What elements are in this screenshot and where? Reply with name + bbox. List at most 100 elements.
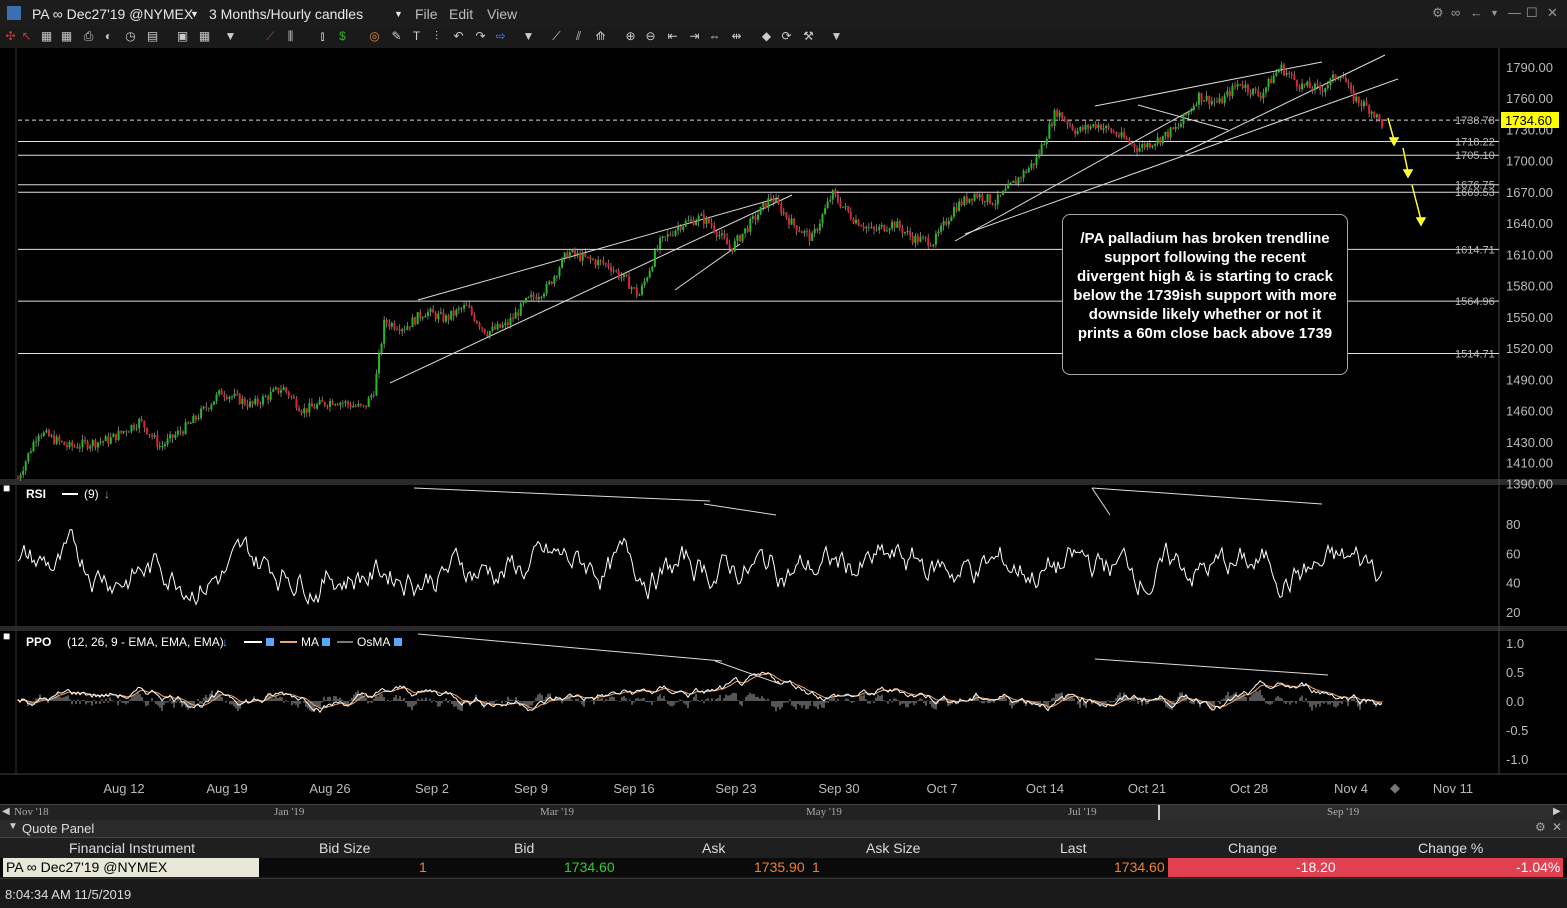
- rsi-settings-icon[interactable]: ↓: [104, 487, 110, 501]
- crosshair-icon[interactable]: ✣: [4, 30, 17, 43]
- back-icon[interactable]: ←: [1470, 5, 1483, 20]
- col-last[interactable]: Last: [1060, 840, 1086, 856]
- nav-right-icon[interactable]: ▶: [1553, 806, 1561, 817]
- pane-divider[interactable]: [0, 479, 1567, 485]
- nav-left-icon[interactable]: ◀: [2, 806, 10, 817]
- osma-bar: [899, 701, 901, 705]
- time-tick: Aug 19: [206, 781, 247, 796]
- osma-bar: [395, 695, 397, 701]
- ppo-ma-checkbox[interactable]: [322, 638, 330, 646]
- cursor-icon[interactable]: ↖: [20, 30, 33, 43]
- fit-icon[interactable]: ⇔: [708, 30, 721, 43]
- menu-file[interactable]: File: [415, 6, 438, 22]
- col-bid[interactable]: Bid: [514, 840, 534, 856]
- draw-line-icon[interactable]: ⟋: [264, 30, 277, 43]
- pencil-icon[interactable]: ✎: [390, 30, 403, 43]
- candle-body: [1347, 83, 1349, 85]
- ppo-settings-icon[interactable]: ↓: [222, 635, 228, 649]
- collapse-icon[interactable]: ▼: [8, 821, 18, 832]
- refresh-icon[interactable]: ◐: [102, 30, 115, 43]
- osma-bar: [347, 701, 349, 704]
- col-change-pct[interactable]: Change %: [1418, 840, 1483, 856]
- wrench-icon[interactable]: ⚒: [802, 30, 815, 43]
- osma-bar: [1329, 701, 1331, 705]
- candle-body: [497, 324, 499, 329]
- osma-bar: [175, 701, 177, 703]
- col-ask-size[interactable]: Ask Size: [866, 840, 920, 856]
- sync-icon[interactable]: ⟳: [780, 30, 793, 43]
- candle-body: [210, 405, 212, 409]
- pane-divider[interactable]: [0, 626, 1567, 631]
- osma-bar: [809, 701, 811, 706]
- link-icon[interactable]: ∞: [1451, 5, 1460, 20]
- chart-annotation[interactable]: /PA palladium has broken trendline suppo…: [1062, 214, 1348, 375]
- fork-icon[interactable]: ⫶: [430, 30, 443, 43]
- redo-icon[interactable]: ↷: [474, 30, 487, 43]
- windows-icon[interactable]: ▦: [198, 30, 211, 43]
- more-icon[interactable]: ▼: [830, 30, 843, 43]
- ppo-osma-checkbox[interactable]: [394, 638, 402, 646]
- date-navigator[interactable]: ◀ Nov '18 Jan '19 Mar '19 May '19 Jul '1…: [0, 804, 1567, 821]
- chevron-down-icon[interactable]: ▼: [1490, 8, 1499, 18]
- target-icon[interactable]: ◎: [368, 30, 381, 43]
- symbol-dropdown-icon[interactable]: ▼: [190, 9, 199, 19]
- col-ask[interactable]: Ask: [702, 840, 725, 856]
- timeframe-selector[interactable]: 3 Months/Hourly candles: [209, 6, 363, 22]
- dollar-icon[interactable]: $: [336, 30, 349, 43]
- fib-icon[interactable]: ⫼: [284, 30, 297, 43]
- undo-icon[interactable]: ↶: [452, 30, 465, 43]
- quote-row[interactable]: PA ∞ Dec27'19 @NYMEX 1 1734.60 1735.90 1…: [0, 858, 1567, 877]
- menu-edit[interactable]: Edit: [449, 6, 473, 22]
- menu-view[interactable]: View: [487, 6, 517, 22]
- object-icon[interactable]: ▦: [40, 30, 53, 43]
- clock-icon[interactable]: ◷: [124, 30, 137, 43]
- trend-icon[interactable]: ⟋: [550, 30, 563, 43]
- symbol-selector[interactable]: PA ∞ Dec27'19 @NYMEX: [32, 6, 193, 22]
- candle-body: [115, 434, 117, 440]
- candle-body: [1030, 163, 1032, 168]
- zoom-out-icon[interactable]: ⊖: [644, 30, 657, 43]
- grid-icon[interactable]: ▦: [60, 30, 73, 43]
- tag-icon[interactable]: ◆: [760, 30, 773, 43]
- gear-icon[interactable]: ⚙: [1432, 5, 1444, 21]
- osma-bar: [107, 701, 109, 703]
- bars-icon[interactable]: ⫾: [316, 30, 329, 43]
- ppo-line-checkbox[interactable]: [266, 638, 274, 646]
- osma-bar: [1251, 694, 1253, 701]
- pointer-icon[interactable]: ⇨: [494, 30, 507, 43]
- osma-bar: [815, 701, 817, 707]
- calendar-icon[interactable]: ▤: [146, 30, 159, 43]
- candle-body: [1020, 178, 1022, 179]
- col-change[interactable]: Change: [1228, 840, 1277, 856]
- print-icon[interactable]: ⎙: [82, 30, 95, 43]
- chart-area[interactable]: ■ ■ 1790.001760.001730.001700.001670.001…: [0, 48, 1567, 804]
- minimize-icon[interactable]: —: [1508, 5, 1521, 20]
- candle-body: [1366, 101, 1368, 105]
- col-instrument[interactable]: Financial Instrument: [69, 840, 195, 856]
- candle-body: [321, 400, 323, 402]
- settings-icon[interactable]: ⚙: [1535, 820, 1546, 834]
- time-tick: Oct 28: [1230, 781, 1268, 796]
- maximize-icon[interactable]: ☐: [1526, 5, 1538, 21]
- close-icon[interactable]: ✕: [1552, 820, 1562, 834]
- text-tool-icon[interactable]: T: [410, 30, 423, 43]
- col-bid-size[interactable]: Bid Size: [319, 840, 370, 856]
- candle-body: [522, 302, 524, 303]
- expand-icon[interactable]: ⇹: [730, 30, 743, 43]
- osma-bar: [441, 701, 443, 703]
- fan-icon[interactable]: ⟰: [594, 30, 607, 43]
- close-icon[interactable]: ✕: [1547, 5, 1558, 21]
- scroll-left-icon[interactable]: ⇤: [666, 30, 679, 43]
- candle-body: [945, 221, 947, 224]
- dropdown-icon[interactable]: ▼: [522, 30, 535, 43]
- timeframe-dropdown-icon[interactable]: ▼: [394, 9, 403, 19]
- osma-bar: [161, 701, 163, 711]
- channel-icon[interactable]: ⫽: [572, 30, 585, 43]
- scroll-right-icon[interactable]: ⇥: [688, 30, 701, 43]
- candle-body: [600, 260, 602, 261]
- zoom-in-icon[interactable]: ⊕: [624, 30, 637, 43]
- nav-window-handle[interactable]: [1158, 805, 1553, 820]
- layout-icon[interactable]: ▣: [176, 30, 189, 43]
- arrow-down-icon[interactable]: ▼: [224, 30, 237, 43]
- candle-body: [863, 227, 865, 229]
